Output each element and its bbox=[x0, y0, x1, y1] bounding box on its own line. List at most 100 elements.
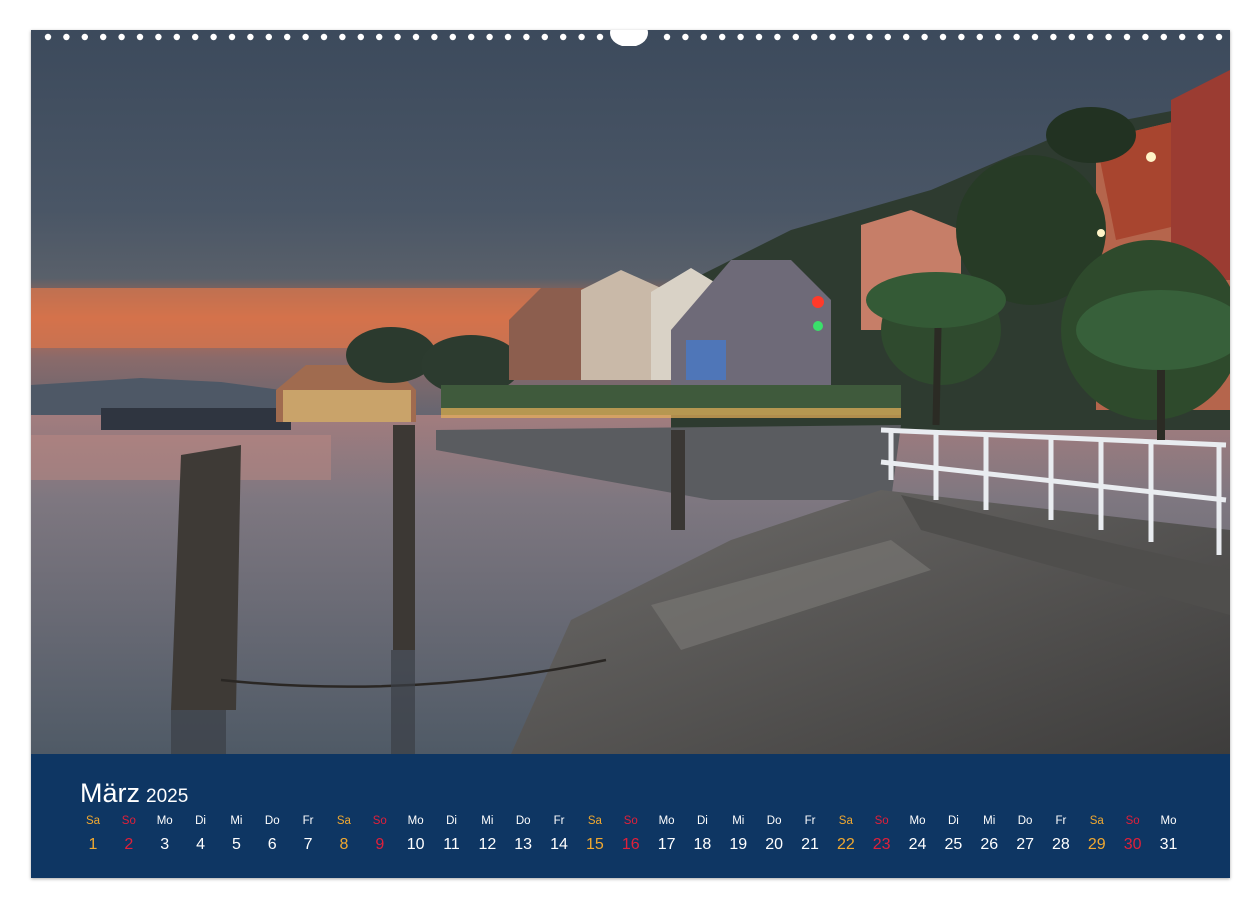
weekday-label: Fr bbox=[1055, 815, 1067, 827]
day-cell: Di 4 bbox=[183, 814, 219, 855]
weekday-label: Sa bbox=[838, 815, 853, 827]
day-cell: Mo 31 bbox=[1151, 814, 1187, 855]
weekday-label: Di bbox=[195, 815, 206, 827]
day-number: 12 bbox=[478, 836, 497, 853]
day-cell: Fr 14 bbox=[541, 814, 577, 855]
day-number: 18 bbox=[693, 836, 712, 853]
day-cell: Sa 22 bbox=[828, 814, 864, 855]
day-row: Sa 1 So 2 Mo 3 Di 4 Mi 5 Do 6 Fr 7 Sa 8 So 9 Mo 10 Di 11 Mi 12 D… bbox=[75, 814, 1199, 870]
weekday-label: Di bbox=[697, 815, 708, 827]
weekday-label: Mo bbox=[156, 815, 173, 827]
weekday-label: Do bbox=[1017, 815, 1033, 827]
day-cell: Fr 28 bbox=[1043, 814, 1079, 855]
day-number: 26 bbox=[980, 836, 999, 853]
weekday-label: Sa bbox=[336, 815, 351, 827]
weekday-label: Mi bbox=[481, 815, 494, 827]
day-cell: Di 25 bbox=[935, 814, 971, 855]
day-cell: Fr 7 bbox=[290, 814, 326, 855]
day-cell: Do 13 bbox=[505, 814, 541, 855]
weekday-label: Fr bbox=[302, 815, 314, 827]
day-number: 14 bbox=[550, 836, 568, 853]
day-number: 31 bbox=[1159, 836, 1178, 853]
weekday-label: Mi bbox=[230, 815, 243, 827]
weekday-label: Mi bbox=[732, 815, 745, 827]
day-number: 15 bbox=[585, 836, 604, 853]
day-cell: So 16 bbox=[613, 814, 649, 855]
day-cell: Sa 8 bbox=[326, 814, 362, 855]
day-number: 24 bbox=[908, 836, 927, 853]
weekday-label: So bbox=[121, 815, 136, 827]
day-cell: Mi 5 bbox=[218, 814, 254, 855]
day-number: 6 bbox=[267, 836, 277, 853]
day-number: 27 bbox=[1016, 836, 1034, 853]
weekday-label: Di bbox=[947, 815, 959, 827]
weekday-label: So bbox=[1125, 815, 1140, 827]
day-cell: Sa 1 bbox=[75, 814, 111, 855]
day-cell: Sa 29 bbox=[1079, 814, 1115, 855]
year-label: 2025 bbox=[146, 786, 189, 807]
weekday-label: Do bbox=[515, 815, 531, 827]
day-cell: Sa 15 bbox=[577, 814, 613, 855]
day-cell: Di 18 bbox=[684, 814, 720, 855]
day-number: 17 bbox=[657, 836, 676, 853]
day-number: 22 bbox=[836, 836, 855, 853]
weekday-label: Fr bbox=[804, 815, 816, 827]
weekday-label: Mo bbox=[658, 815, 675, 827]
day-cell: Mo 17 bbox=[649, 814, 685, 855]
day-cell: Mi 19 bbox=[720, 814, 756, 855]
day-cell: Mo 10 bbox=[398, 814, 434, 855]
weekday-label: So bbox=[874, 815, 889, 827]
day-number: 1 bbox=[88, 836, 98, 853]
day-number: 21 bbox=[801, 836, 819, 853]
day-cell: Do 27 bbox=[1007, 814, 1043, 855]
calendar-band: März 2025 Sa 1 So 2 Mo 3 Di 4 Mi 5 Do 6 Fr 7 Sa 8 So 9 Mo 10… bbox=[31, 754, 1230, 878]
day-number: 8 bbox=[339, 836, 349, 853]
weekday-label: Mo bbox=[407, 815, 424, 827]
day-cell: Mi 12 bbox=[469, 814, 505, 855]
day-number: 19 bbox=[729, 836, 748, 853]
day-cell: Mi 26 bbox=[971, 814, 1007, 855]
day-cell: Fr 21 bbox=[792, 814, 828, 855]
day-number: 7 bbox=[303, 836, 313, 853]
day-cell: Do 20 bbox=[756, 814, 792, 855]
weekday-label: So bbox=[623, 815, 638, 827]
month-title: März 2025 bbox=[80, 778, 188, 809]
day-number: 10 bbox=[406, 836, 425, 853]
weekday-label: Do bbox=[264, 815, 280, 827]
calendar-page: März 2025 Sa 1 So 2 Mo 3 Di 4 Mi 5 Do 6 Fr 7 Sa 8 So 9 Mo 10… bbox=[31, 30, 1230, 878]
month-name: März bbox=[80, 778, 140, 808]
weekday-label: Sa bbox=[587, 815, 602, 827]
day-number: 2 bbox=[124, 836, 134, 853]
day-number: 29 bbox=[1087, 836, 1106, 853]
day-number: 16 bbox=[621, 836, 640, 853]
day-number: 9 bbox=[375, 836, 385, 853]
weekday-label: Do bbox=[766, 815, 782, 827]
day-cell: Mo 24 bbox=[900, 814, 936, 855]
day-number: 30 bbox=[1123, 836, 1142, 853]
weekday-label: Mo bbox=[1160, 815, 1177, 827]
day-number: 23 bbox=[872, 836, 891, 853]
day-number: 11 bbox=[443, 836, 460, 853]
day-cell: So 30 bbox=[1115, 814, 1151, 855]
day-number: 5 bbox=[231, 836, 241, 853]
day-number: 3 bbox=[160, 836, 170, 853]
weekday-label: Mi bbox=[983, 815, 996, 827]
day-number: 25 bbox=[944, 836, 963, 853]
day-number: 28 bbox=[1052, 836, 1070, 853]
lakeside-promenade-photo bbox=[31, 30, 1230, 754]
day-number: 20 bbox=[765, 836, 784, 853]
day-cell: Di 11 bbox=[434, 814, 470, 855]
day-cell: So 2 bbox=[111, 814, 147, 855]
day-cell: Mo 3 bbox=[147, 814, 183, 855]
weekday-label: Sa bbox=[85, 815, 101, 827]
day-number: 4 bbox=[196, 836, 205, 853]
weekday-label: Sa bbox=[1089, 815, 1104, 827]
weekday-label: Fr bbox=[553, 815, 565, 827]
day-cell: So 23 bbox=[864, 814, 900, 855]
weekday-label: Mo bbox=[909, 815, 926, 827]
weekday-label: So bbox=[372, 815, 387, 827]
day-cell: So 9 bbox=[362, 814, 398, 855]
day-number: 13 bbox=[514, 836, 533, 853]
day-cell: Do 6 bbox=[254, 814, 290, 855]
weekday-label: Di bbox=[446, 815, 457, 827]
